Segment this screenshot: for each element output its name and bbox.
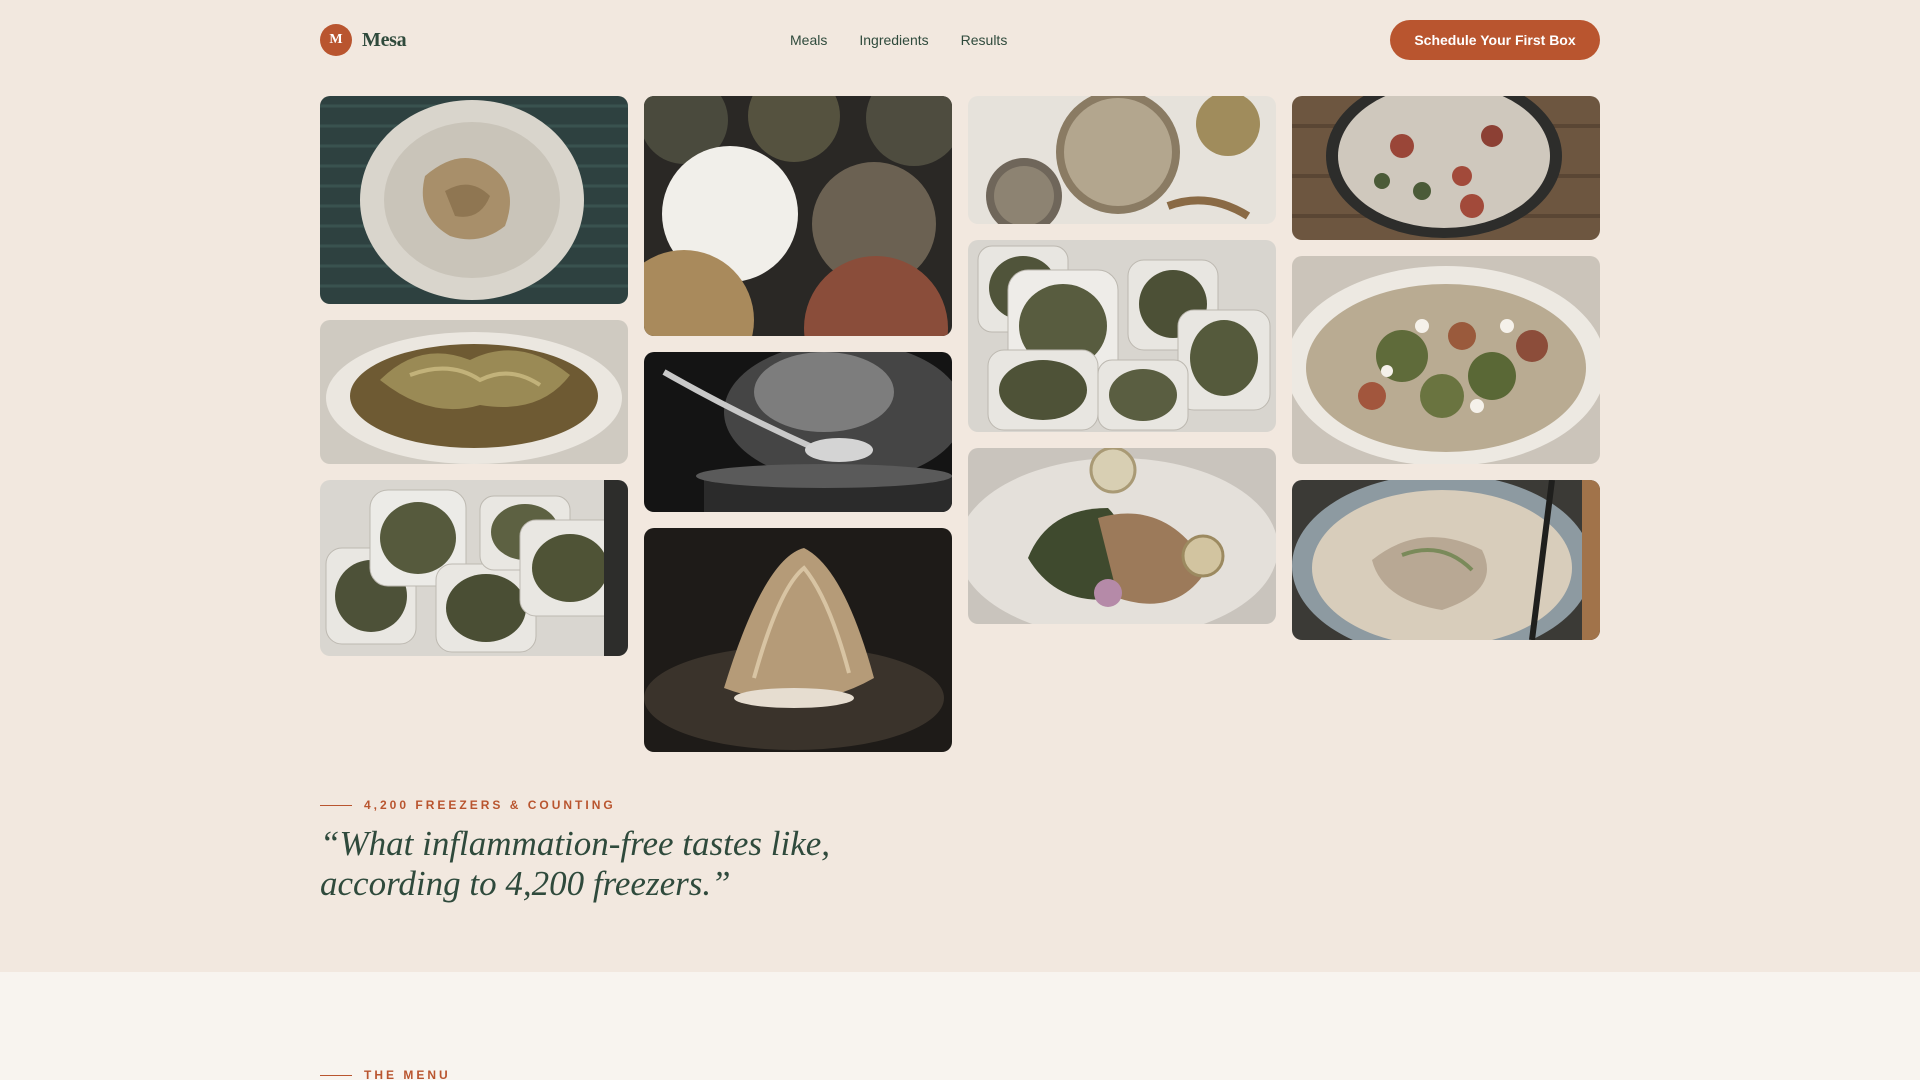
- steaming-pot-photo: [644, 352, 952, 512]
- salmon-citrus-plate-photo: [968, 448, 1276, 624]
- main-nav: Meals Ingredients Results: [790, 32, 1007, 48]
- menu-eyebrow: THE MENU: [320, 1068, 451, 1080]
- meal-prep-containers-photo: [320, 480, 628, 656]
- menu-eyebrow-text: THE MENU: [364, 1068, 451, 1080]
- plated-dessert-photo: [644, 528, 952, 752]
- spice-tins-photo: [644, 96, 952, 336]
- spice-powder-bowl-photo: [320, 96, 628, 304]
- pesto-roasted-vegetables-photo: [1292, 256, 1600, 464]
- logo-text: Mesa: [362, 28, 407, 51]
- eyebrow-rule: [320, 804, 352, 806]
- grains-and-seeds-photo: [968, 96, 1276, 224]
- food-photo-gallery: [320, 96, 1600, 752]
- schedule-first-box-button[interactable]: Schedule Your First Box: [1390, 20, 1600, 60]
- nav-link-meals[interactable]: Meals: [790, 32, 827, 48]
- creamy-grain-bowl-photo: [1292, 480, 1600, 640]
- social-proof-section: 4,200 FREEZERS & COUNTING “What inflamma…: [320, 798, 1020, 904]
- logo-mark: M: [320, 24, 352, 56]
- meal-prep-lentils-photo: [968, 240, 1276, 432]
- eyebrow-text: 4,200 FREEZERS & COUNTING: [364, 798, 616, 812]
- social-proof-eyebrow: 4,200 FREEZERS & COUNTING: [320, 798, 1020, 812]
- nav-link-results[interactable]: Results: [961, 32, 1008, 48]
- quote-line-2: according to 4,200 freezers.”: [320, 864, 731, 903]
- site-header: M Mesa Meals Ingredients Results Schedul…: [320, 20, 1600, 60]
- customer-quote: “What inflammation-free tastes like, acc…: [320, 824, 1020, 904]
- eyebrow-rule: [320, 1074, 352, 1076]
- logo[interactable]: M Mesa: [320, 24, 407, 56]
- nav-link-ingredients[interactable]: Ingredients: [859, 32, 928, 48]
- braised-greens-bowl-photo: [320, 320, 628, 464]
- roasted-vegetable-salad-pot-photo: [1292, 96, 1600, 240]
- menu-section: THE MENU: [0, 972, 1920, 1080]
- quote-line-1: “What inflammation-free tastes like,: [320, 824, 831, 863]
